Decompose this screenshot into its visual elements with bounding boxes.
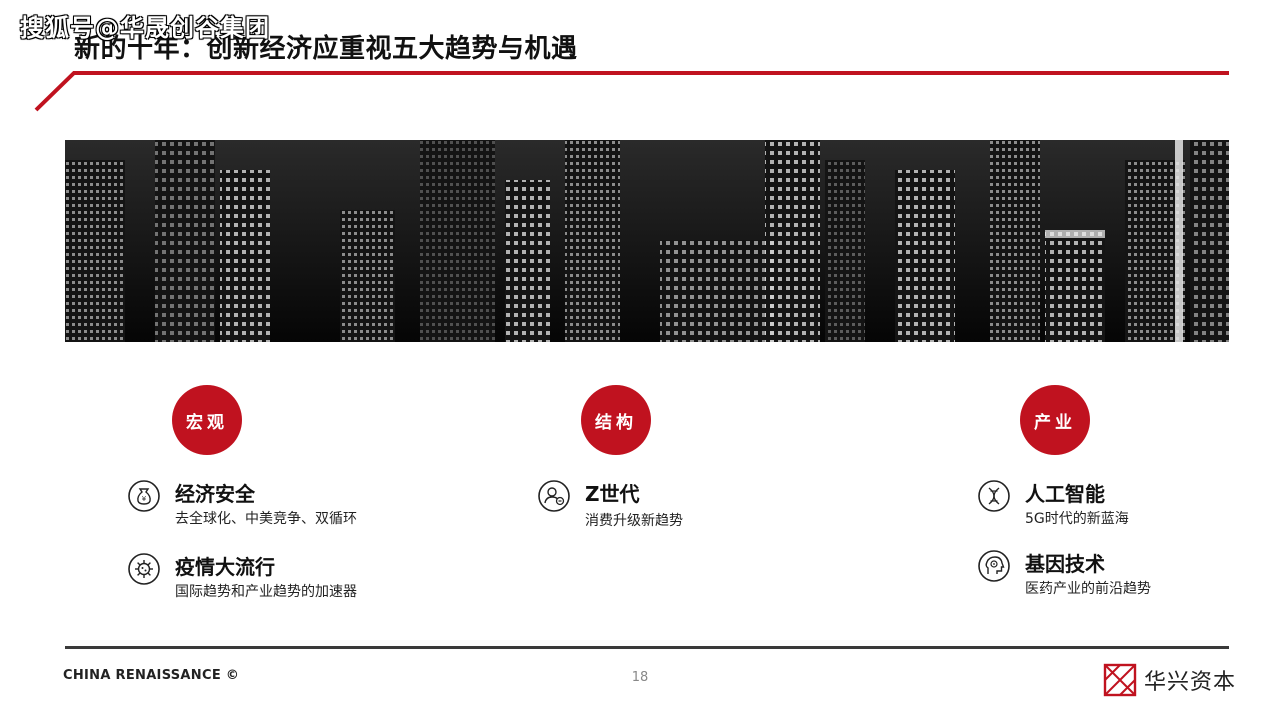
- item-desc: 国际趋势和产业趋势的加速器: [175, 584, 357, 600]
- footer-divider: [65, 646, 1229, 649]
- svg-text:¥: ¥: [142, 495, 147, 503]
- ai-head-icon: [978, 550, 1010, 582]
- section-badge-structure: 结构: [581, 385, 651, 455]
- city-skyline-image: [65, 140, 1229, 342]
- virus-icon: [128, 553, 160, 585]
- logo-mark-icon: [1103, 663, 1137, 697]
- user-icon: [538, 480, 570, 512]
- item-name: 人工智能: [1025, 482, 1105, 506]
- section-badge-industry: 产业: [1020, 385, 1090, 455]
- watermark: 搜狐号@华晟创谷集团: [20, 14, 270, 42]
- item-name: Z世代: [585, 482, 640, 506]
- page-number: 18: [631, 670, 649, 685]
- section-badge-macro: 宏观: [172, 385, 242, 455]
- item-name: 经济安全: [175, 482, 255, 506]
- item-desc: 去全球化、中美竞争、双循环: [175, 511, 357, 527]
- brand-name: 华兴资本: [1144, 670, 1237, 695]
- item-desc: 5G时代的新蓝海: [1025, 511, 1129, 527]
- footer-copyright: CHINA RENAISSANCE ©: [63, 668, 240, 683]
- dna-icon: [978, 480, 1010, 512]
- title-underline: [34, 71, 1229, 112]
- item-name: 疫情大流行: [175, 555, 275, 579]
- item-name: 基因技术: [1025, 552, 1105, 576]
- brand-logo: 华兴资本: [1102, 660, 1236, 700]
- money-bag-icon: ¥: [128, 480, 160, 512]
- item-desc: 消费升级新趋势: [585, 513, 683, 529]
- item-desc: 医药产业的前沿趋势: [1025, 581, 1151, 597]
